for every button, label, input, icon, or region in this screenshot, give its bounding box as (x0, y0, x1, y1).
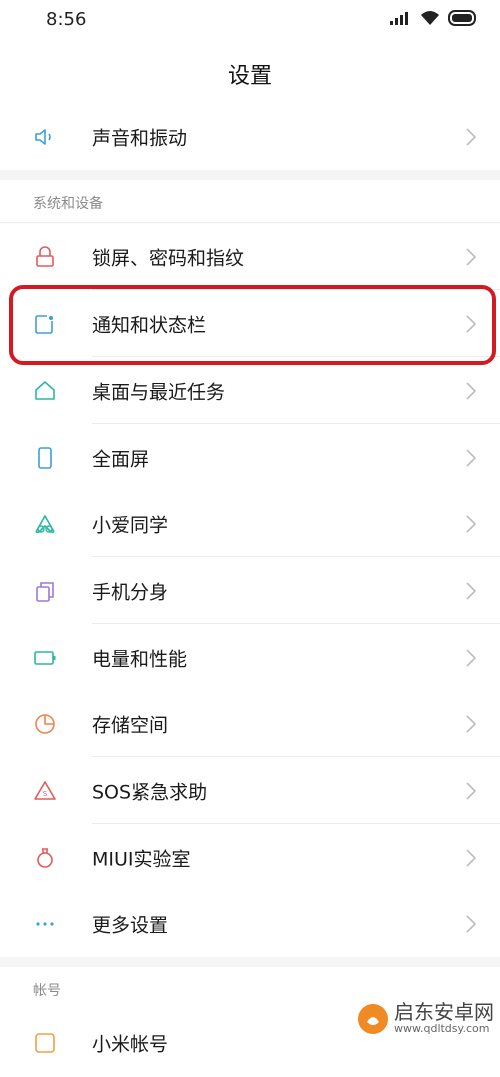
item-label: 存储空间 (92, 714, 169, 736)
watermark-url: www.qdltdsy.com (394, 1022, 490, 1036)
settings-item-home-recents[interactable]: 桌面与最近任务 (0, 357, 500, 424)
status-icons (390, 10, 478, 26)
item-label: MIUI实验室 (92, 848, 191, 870)
more-dots-icon (36, 921, 54, 926)
watermark-logo-icon (358, 1003, 388, 1034)
sos-warning-icon: S (34, 780, 56, 800)
status-time: 8:56 (46, 9, 87, 30)
section-gap (0, 170, 500, 180)
clone-icon (36, 581, 54, 602)
battery-icon (34, 650, 56, 665)
chevron-right-icon (466, 914, 476, 933)
item-label: 声音和振动 (92, 127, 188, 149)
battery-icon (448, 10, 476, 26)
chevron-right-icon (466, 381, 476, 400)
phone-icon (38, 446, 52, 469)
settings-item-fullscreen[interactable]: 全面屏 (0, 424, 500, 491)
item-label: 锁屏、密码和指纹 (92, 247, 245, 269)
status-bar: 8:56 (0, 0, 500, 40)
flask-icon (37, 847, 53, 868)
chevron-right-icon (466, 514, 476, 533)
watermark: 启东安卓网 www.qdltdsy.com (358, 1002, 494, 1035)
item-label: 全面屏 (92, 448, 150, 470)
wifi-icon (421, 11, 439, 25)
section-header-system: 系统和设备 (33, 196, 103, 212)
home-icon (35, 380, 55, 400)
signal-icon (390, 12, 408, 25)
settings-item-dual-apps[interactable]: 手机分身 (0, 557, 500, 624)
chevron-right-icon (466, 247, 476, 266)
settings-item-miui-lab[interactable]: MIUI实验室 (0, 824, 500, 891)
xiaoai-icon (35, 514, 55, 533)
highlight-frame (9, 285, 496, 365)
settings-item-storage[interactable]: 存储空间 (0, 690, 500, 757)
chevron-right-icon (466, 448, 476, 467)
watermark-text: 启东安卓网 (394, 1000, 494, 1025)
lock-icon (36, 245, 54, 267)
settings-item-xiaoai[interactable]: 小爱同学 (0, 490, 500, 557)
chevron-right-icon (466, 781, 476, 800)
item-label: SOS紧急求助 (92, 781, 208, 803)
chevron-right-icon (466, 648, 476, 667)
settings-item-sound-vibration[interactable]: 声音和振动 (0, 103, 500, 170)
svg-text:S: S (43, 790, 48, 798)
page-title: 设置 (227, 64, 272, 89)
settings-item-more-settings[interactable]: 更多设置 (0, 890, 500, 957)
item-label: 手机分身 (92, 581, 169, 603)
item-label: 小米帐号 (92, 1033, 169, 1056)
chevron-right-icon (466, 581, 476, 600)
item-label: 更多设置 (92, 914, 169, 936)
item-label: 桌面与最近任务 (92, 381, 226, 403)
section-header-account: 帐号 (33, 983, 61, 999)
chevron-right-icon (466, 848, 476, 867)
chevron-right-icon (466, 127, 476, 146)
account-icon (35, 1033, 55, 1053)
section-gap (0, 957, 500, 967)
chevron-right-icon (466, 714, 476, 733)
pie-chart-icon (35, 713, 55, 734)
item-label: 电量和性能 (92, 648, 188, 670)
settings-item-lockscreen[interactable]: 锁屏、密码和指纹 (0, 223, 500, 290)
speaker-icon (35, 128, 51, 145)
item-label: 小爱同学 (92, 514, 169, 536)
settings-item-sos[interactable]: S SOS紧急求助 (0, 757, 500, 824)
settings-item-battery-performance[interactable]: 电量和性能 (0, 624, 500, 691)
